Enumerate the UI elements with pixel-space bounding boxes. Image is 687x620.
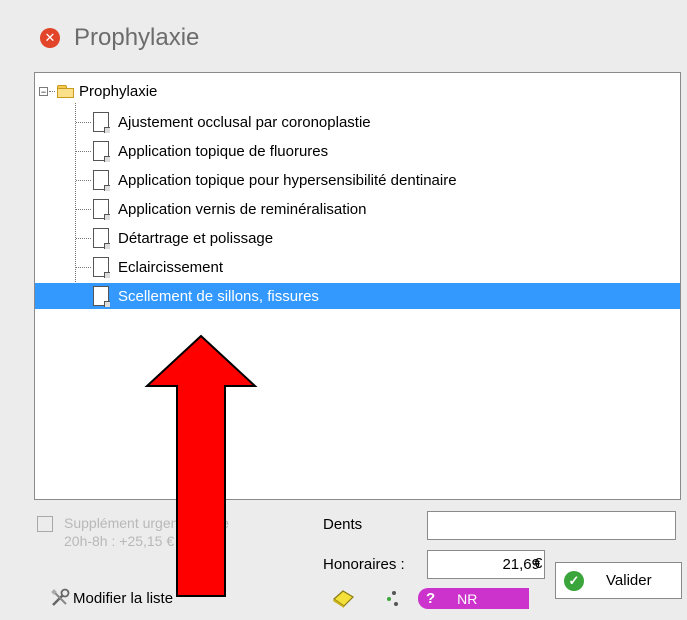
document-icon: [93, 141, 110, 162]
folder-icon: [57, 84, 75, 98]
modifier-liste-button[interactable]: Modifier la liste: [50, 588, 173, 608]
currency-label: €: [534, 555, 543, 572]
nr-badge[interactable]: ? NR: [418, 588, 529, 609]
procedure-tree[interactable]: − Prophylaxie Ajustement occlusal par co…: [34, 72, 681, 500]
valider-button[interactable]: ✓ Valider: [555, 562, 682, 599]
modifier-liste-label: Modifier la liste: [73, 589, 174, 607]
check-icon: ✓: [564, 570, 584, 591]
tree-item-selected[interactable]: Scellement de sillons, fissures: [35, 283, 680, 309]
tree-connector: [49, 90, 55, 92]
document-icon: [93, 286, 110, 307]
tools-icon: [51, 588, 70, 606]
document-icon: [93, 199, 110, 220]
tree-root[interactable]: − Prophylaxie: [39, 81, 157, 101]
valider-label: Valider: [606, 572, 652, 589]
tree-item[interactable]: Application topique de fluorures: [35, 138, 680, 164]
document-icon: [93, 228, 110, 249]
tree-item[interactable]: Détartrage et polissage: [35, 225, 680, 251]
honoraires-field[interactable]: 21,69: [427, 550, 545, 579]
dots-icon[interactable]: [385, 589, 403, 609]
tree-item[interactable]: Application topique pour hypersensibilit…: [35, 167, 680, 193]
tree-item[interactable]: Application vernis de reminéralisation: [35, 196, 680, 222]
eraser-icon[interactable]: [330, 588, 356, 608]
close-icon[interactable]: ✕: [40, 28, 60, 48]
supplement-checkbox[interactable]: [37, 516, 53, 532]
tree-item-label: Application topique de fluorures: [118, 142, 329, 160]
dents-label: Dents: [323, 516, 363, 533]
window-title-bar: ✕ Prophylaxie: [40, 24, 199, 52]
document-icon: [93, 170, 110, 191]
tree-item-label: Application topique pour hypersensibilit…: [118, 171, 457, 189]
supplement-line1: Supplément urgence entre: [64, 515, 229, 531]
question-icon: ?: [426, 590, 436, 607]
tree-item[interactable]: Eclaircissement: [35, 254, 680, 280]
tree-root-label: Prophylaxie: [79, 82, 158, 100]
tree-item[interactable]: Ajustement occlusal par coronoplastie: [35, 109, 680, 135]
document-icon: [93, 257, 110, 278]
tree-item-label: Scellement de sillons, fissures: [118, 287, 319, 305]
nr-label: NR: [457, 590, 478, 607]
tree-item-label: Ajustement occlusal par coronoplastie: [118, 113, 371, 131]
tree-item-label: Application vernis de reminéralisation: [118, 200, 367, 218]
honoraires-label: Honoraires :: [323, 556, 405, 573]
tree-item-label: Eclaircissement: [118, 258, 224, 276]
dents-field[interactable]: [427, 511, 676, 540]
supplement-line2: 20h-8h : +25,15 €: [64, 533, 175, 549]
window-title: Prophylaxie: [74, 24, 200, 51]
supplement-label: Supplément urgence entre 20h-8h : +25,15…: [64, 514, 229, 550]
tree-item-label: Détartrage et polissage: [118, 229, 274, 247]
document-icon: [93, 112, 110, 133]
collapse-icon[interactable]: −: [39, 86, 48, 96]
